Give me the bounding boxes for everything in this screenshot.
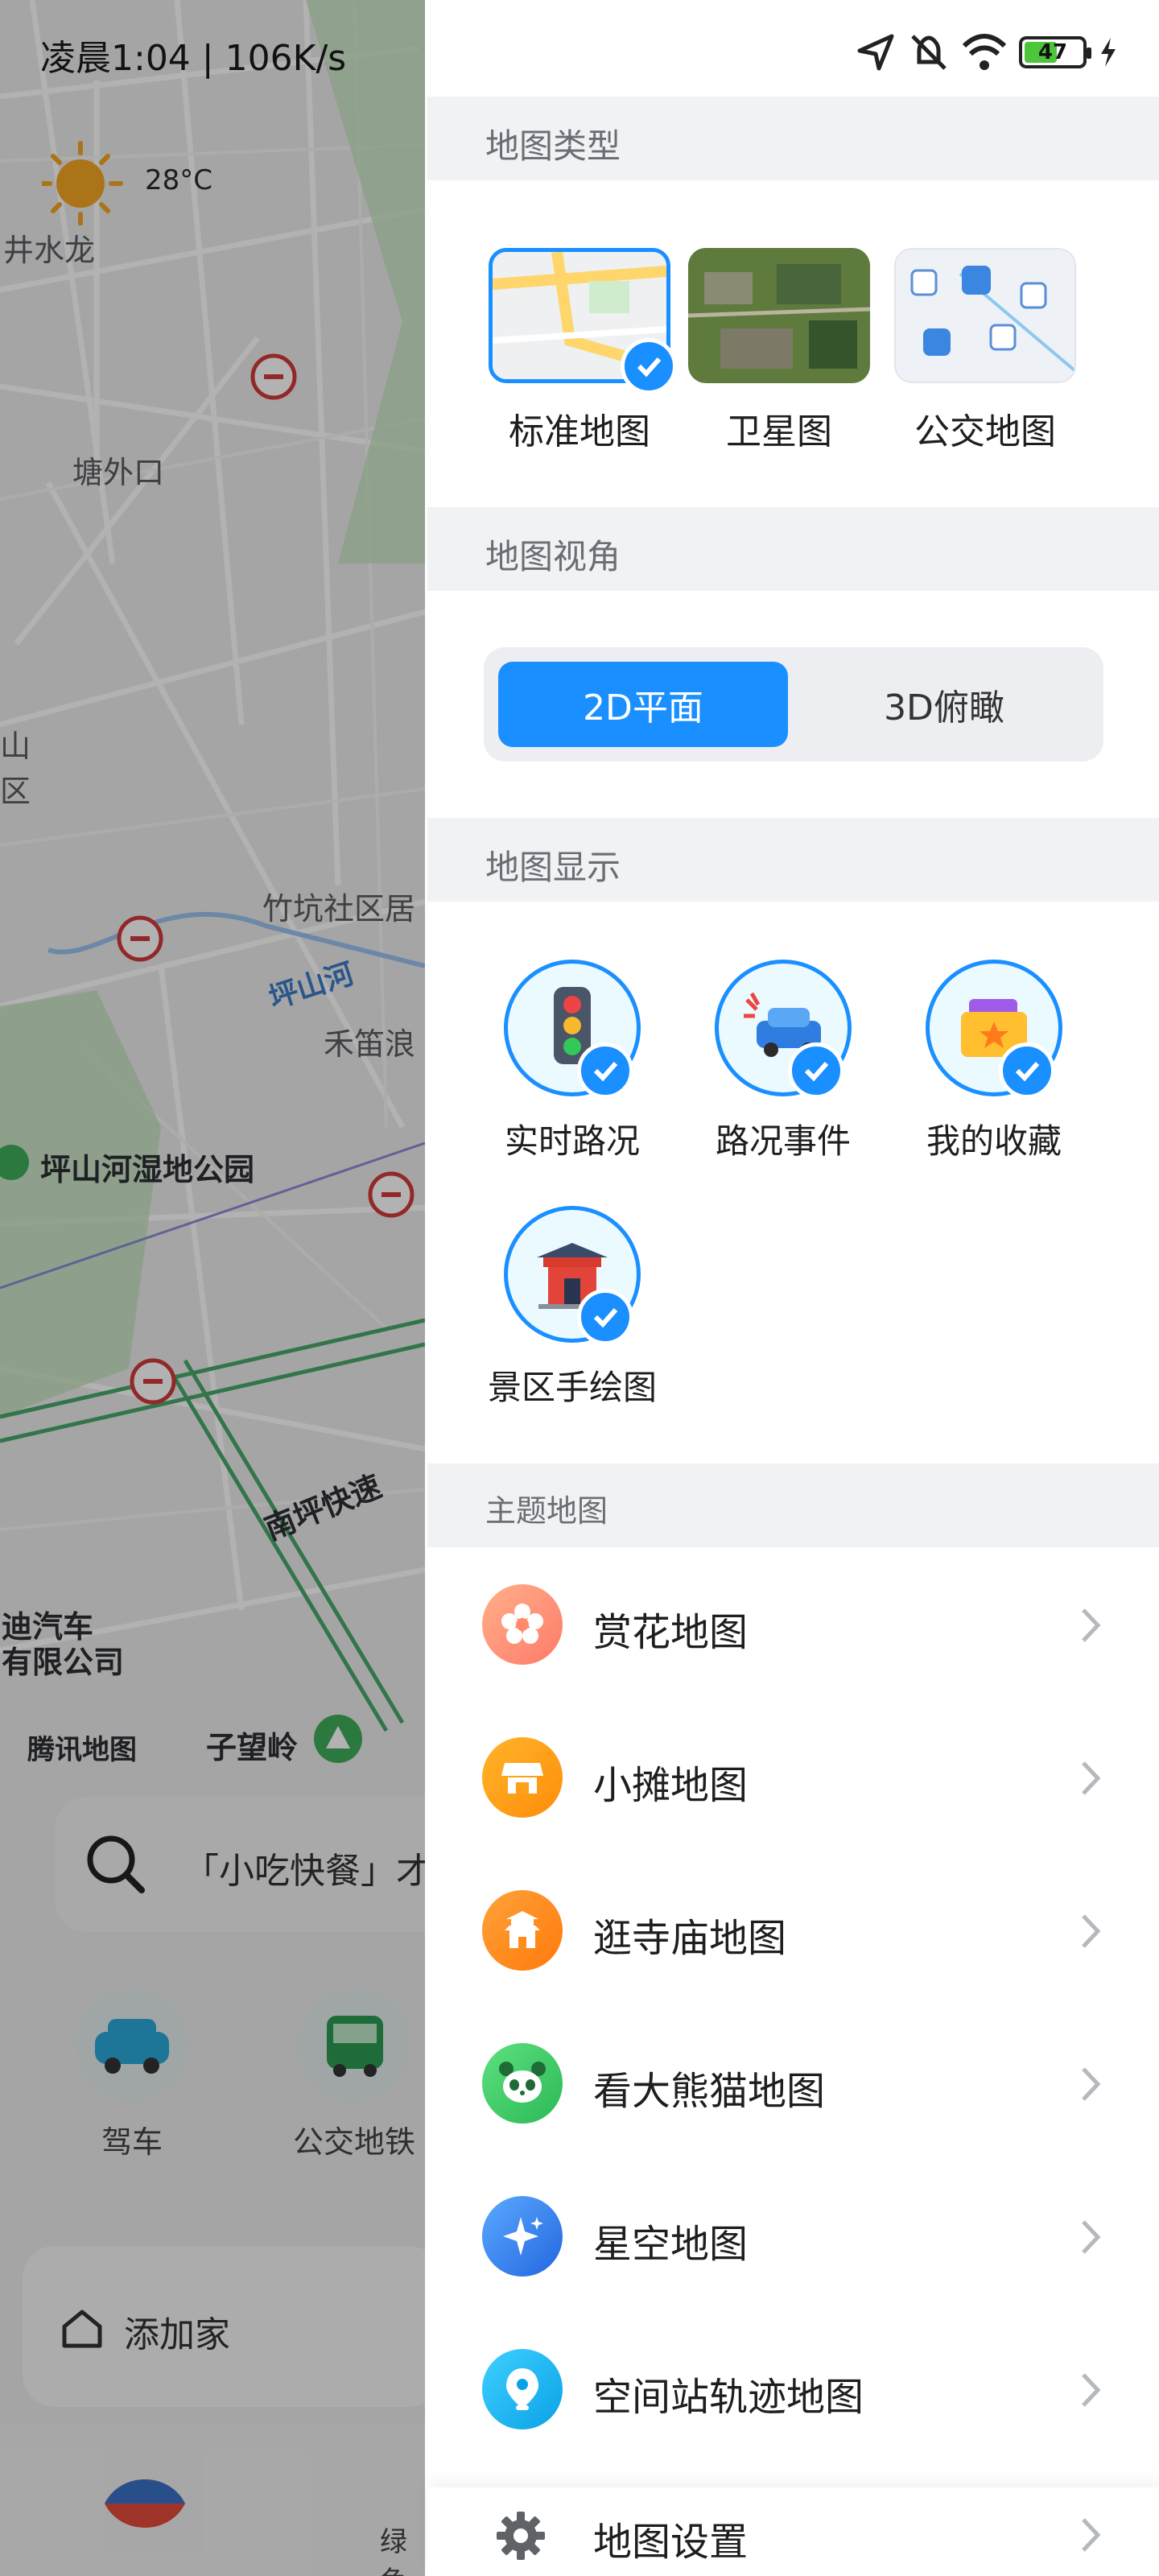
map-settings-row[interactable]: 地图设置 [427,2487,1159,2576]
status-icons: 47 [855,24,1119,80]
display-my-favorites[interactable]: 我的收藏 [905,960,1083,1163]
section-title-map-display: 地图显示 [485,848,621,887]
theme-stall-map[interactable]: 小摊地图 [427,1700,1159,1853]
map-settings-label: 地图设置 [593,2520,749,2565]
location-arrow-icon [857,34,894,71]
theme-starry-label: 星空地图 [593,2222,749,2267]
chevron-right-icon [1082,2518,1101,2552]
chevron-right-icon [1082,1608,1101,1642]
view-angle-toggle: 2D平面 3D俯瞰 [484,647,1103,762]
section-map-display: 地图显示 [427,818,1159,902]
theme-panda-label: 看大熊猫地图 [593,2069,826,2114]
satellite-map-label: 卫星图 [726,411,832,452]
scenic-drawing-check-icon [577,1289,633,1345]
realtime-traffic-check-icon [577,1042,633,1099]
map-type-satellite[interactable]: 卫星图 [688,248,870,454]
standard-map-label: 标准地图 [509,411,650,452]
theme-space-station-map[interactable]: 空间站轨迹地图 [427,2312,1159,2465]
chevron-right-icon [1082,2373,1101,2407]
my-favorites-check-icon [999,1042,1055,1099]
view-2d-button[interactable]: 2D平面 [498,662,788,747]
map-layer-panel: 47 地图类型 标准地图 卫星图 公交地图 地图视角 2D平面 3D俯瞰 地图显… [427,0,1159,2576]
wifi-icon [962,34,1007,70]
theme-stall-label: 小摊地图 [593,1763,749,1808]
section-title-map-view: 地图视角 [485,537,621,576]
panda-icon [482,2043,563,2124]
dim-overlay[interactable] [0,0,425,2576]
pagoda-icon [482,1890,563,1971]
section-theme-map: 主题地图 [427,1463,1159,1547]
section-map-type: 地图类型 [427,97,1159,180]
chevron-right-icon [1082,1761,1101,1795]
section-map-view: 地图视角 [427,507,1159,591]
view-3d-button[interactable]: 3D俯瞰 [799,662,1089,747]
display-traffic-events[interactable]: 路况事件 [695,960,872,1163]
sparkle-icon [482,2196,563,2277]
display-realtime-traffic[interactable]: 实时路况 [484,960,661,1163]
flower-icon [482,1584,563,1665]
theme-starry-map[interactable]: 星空地图 [427,2159,1159,2312]
scenic-drawing-label: 景区手绘图 [487,1368,657,1407]
theme-space-station-label: 空间站轨迹地图 [593,2375,864,2420]
theme-flower-map[interactable]: 赏花地图 [427,1547,1159,1700]
realtime-traffic-label: 实时路况 [504,1121,640,1161]
battery-icon: 47 [1019,36,1091,68]
chevron-right-icon [1082,2220,1101,2254]
bell-muted-icon [911,35,947,70]
gear-icon [497,2512,545,2560]
background-map: 井水龙 塘外口 山 区 竹坑社区居 坪山河 禾笛浪 坪山河湿地公园 南坪快速 迪… [0,0,425,2576]
chevron-right-icon [1082,1914,1101,1948]
theme-temple-label: 逛寺庙地图 [593,1916,787,1961]
battery-level: 47 [1037,40,1068,64]
space-station-icon [482,2349,563,2429]
section-title-map-type: 地图类型 [485,126,621,166]
my-favorites-label: 我的收藏 [926,1121,1062,1161]
map-type-transit[interactable]: 公交地图 [894,248,1076,454]
traffic-events-label: 路况事件 [715,1121,851,1161]
satellite-map-thumbnail [688,248,870,383]
traffic-events-check-icon [788,1042,844,1099]
section-title-theme-map: 主题地图 [485,1493,608,1529]
transit-map-thumbnail [894,248,1076,383]
charging-icon [1101,38,1116,67]
theme-temple-map[interactable]: 逛寺庙地图 [427,1853,1159,2006]
stall-icon [482,1737,563,1818]
chevron-right-icon [1082,2067,1101,2101]
map-type-standard[interactable]: 标准地图 [489,248,677,454]
transit-map-label: 公交地图 [914,411,1056,452]
theme-panda-map[interactable]: 看大熊猫地图 [427,2006,1159,2159]
display-scenic-drawing[interactable]: 景区手绘图 [484,1206,661,1410]
standard-map-selected-icon [621,338,677,394]
theme-flower-label: 赏花地图 [593,1610,749,1655]
